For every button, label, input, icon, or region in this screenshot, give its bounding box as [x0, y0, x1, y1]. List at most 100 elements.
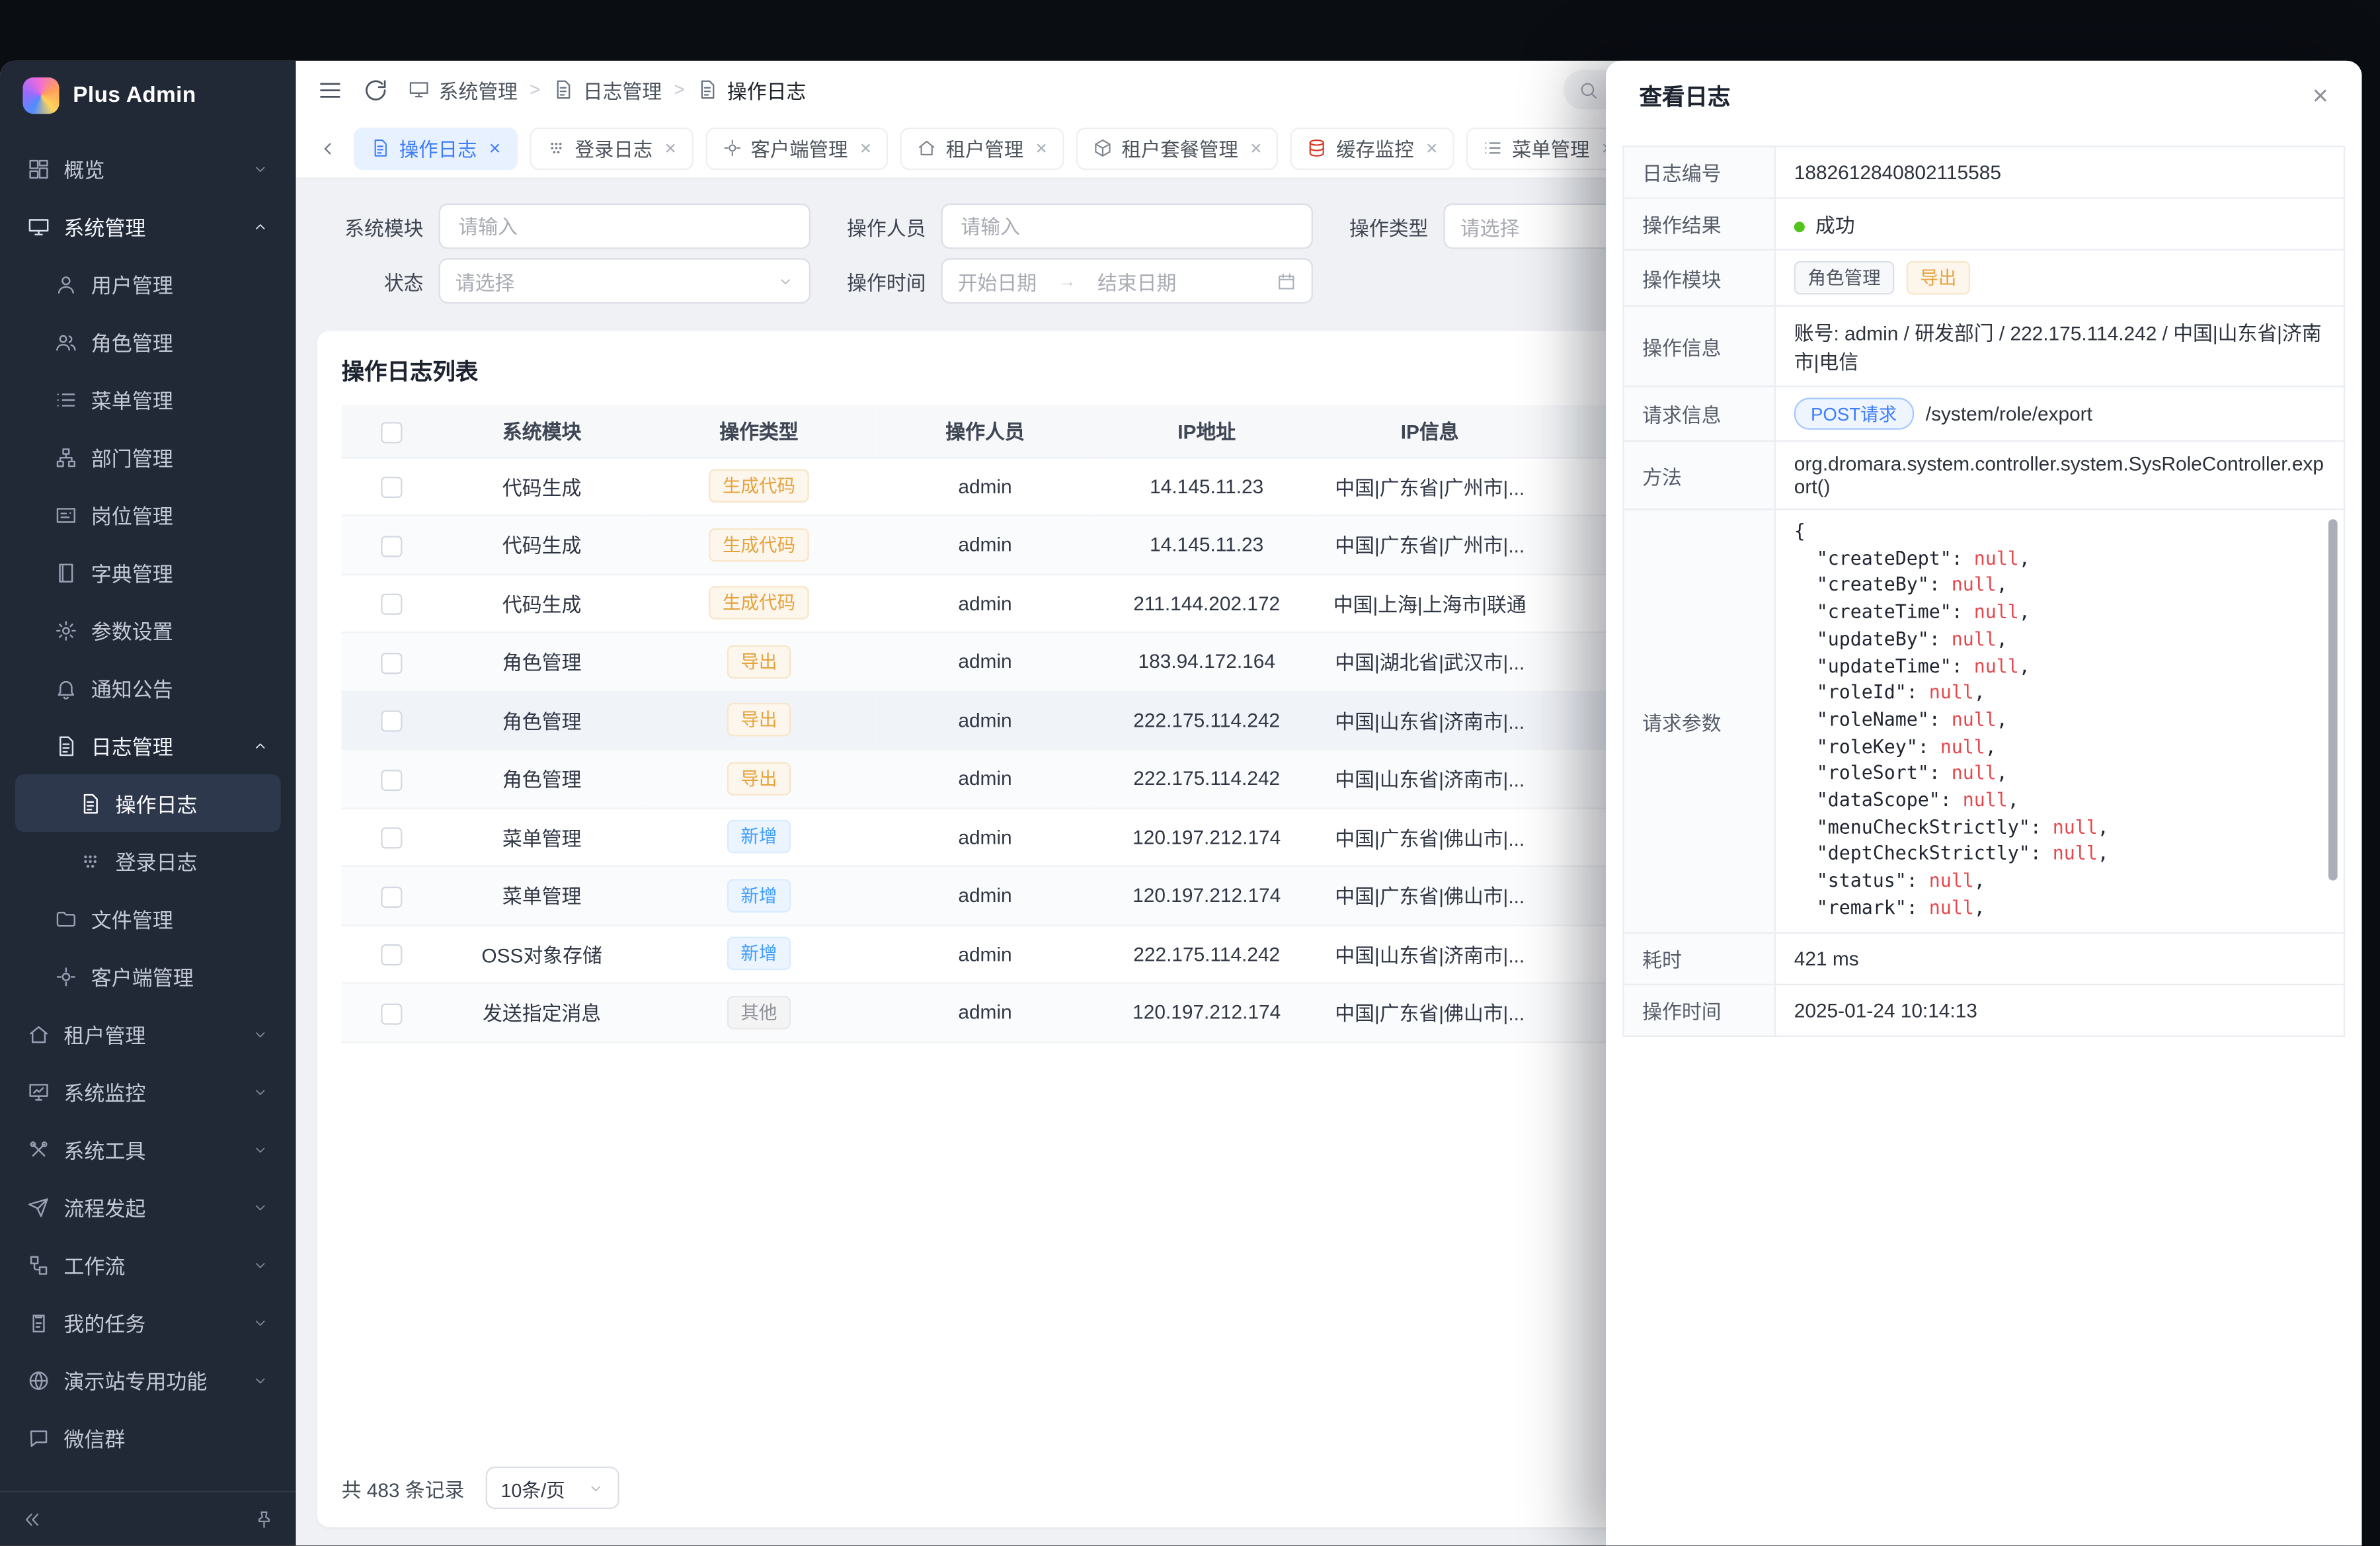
chevron-down-icon — [252, 1141, 268, 1157]
sidebar-item[interactable]: 操作日志 — [15, 774, 281, 832]
sidebar-item[interactable]: 字典管理 — [15, 544, 281, 601]
refresh-icon — [363, 77, 389, 102]
field-value: org.dromara.system.controller.system.Sys… — [1775, 441, 2344, 509]
tab[interactable]: 登录日志× — [530, 127, 693, 169]
tab[interactable]: 租户套餐管理× — [1076, 127, 1279, 169]
filter-select[interactable]: 请选择 — [439, 258, 811, 304]
tab-close-icon[interactable]: × — [1426, 138, 1437, 158]
sidebar-item[interactable]: 系统管理 — [15, 197, 281, 255]
drawer-field-row: 方法org.dromara.system.controller.system.S… — [1623, 441, 2344, 509]
user-icon — [55, 272, 77, 295]
row-checkbox[interactable] — [381, 652, 402, 673]
sidebar-item[interactable]: 我的任务 — [15, 1293, 281, 1351]
sidebar-item[interactable]: 用户管理 — [15, 255, 281, 313]
row-checkbox[interactable] — [381, 535, 402, 556]
row-checkbox[interactable] — [381, 594, 402, 615]
tab-close-icon[interactable]: × — [665, 138, 676, 158]
tab[interactable]: 租户管理× — [900, 127, 1064, 169]
cell-action: 导出 — [642, 691, 876, 749]
cell-module: 代码生成 — [442, 515, 642, 573]
filter-input[interactable] — [439, 204, 811, 249]
cell-operator: admin — [876, 866, 1095, 924]
refresh-button[interactable] — [363, 76, 390, 103]
page-size-select[interactable]: 10条/页 — [486, 1467, 619, 1509]
cell-ip: 183.94.172.164 — [1094, 632, 1319, 690]
sidebar-item[interactable]: 参数设置 — [15, 601, 281, 659]
folder-icon — [55, 907, 77, 930]
field-value: 账号: admin / 研发部门 / 222.175.114.242 / 中国|… — [1775, 306, 2344, 387]
column-header: 系统模块 — [442, 405, 642, 457]
breadcrumb-item[interactable]: 日志管理 — [553, 75, 662, 104]
sidebar-item[interactable]: 概览 — [15, 140, 281, 197]
sidebar-item[interactable]: 菜单管理 — [15, 370, 281, 428]
tab-close-icon[interactable]: × — [489, 138, 500, 158]
list-icon — [1483, 138, 1503, 158]
sidebar-item[interactable]: 流程发起 — [15, 1178, 281, 1236]
row-checkbox[interactable] — [381, 477, 402, 498]
filter-label: 操作类型 — [1343, 212, 1444, 241]
sidebar-item[interactable]: 微信群 — [15, 1409, 281, 1467]
sidebar-item[interactable]: 文件管理 — [15, 889, 281, 947]
select-all-checkbox[interactable] — [381, 421, 402, 442]
row-checkbox[interactable] — [381, 944, 402, 965]
column-header: 操作类型 — [642, 405, 876, 457]
sidebar-item[interactable]: 部门管理 — [15, 428, 281, 485]
sidebar-item[interactable]: 租户管理 — [15, 1005, 281, 1063]
breadcrumb-item[interactable]: 系统管理 — [409, 75, 518, 104]
cell-action: 生成代码 — [642, 457, 876, 515]
collapse-sidebar-icon[interactable] — [21, 1508, 42, 1529]
tab[interactable]: 缓存监控× — [1290, 127, 1454, 169]
box-icon — [1093, 138, 1113, 158]
sidebar-item[interactable]: 系统监控 — [15, 1063, 281, 1120]
tab-label: 操作日志 — [399, 134, 477, 163]
scrollbar-thumb[interactable] — [2328, 519, 2338, 880]
sidebar-footer — [0, 1491, 296, 1546]
filter-daterange[interactable]: 开始日期→结束日期 — [941, 258, 1312, 304]
sidebar-item-label: 微信群 — [63, 1422, 125, 1453]
pin-sidebar-icon[interactable] — [253, 1508, 274, 1529]
chevron-down-icon — [252, 1314, 268, 1330]
filter-input-field[interactable] — [958, 214, 1296, 239]
tab[interactable]: 操作日志 × — [354, 127, 517, 169]
view-log-drawer: 查看日志 × 日志编号1882612840802115585操作结果成功操作模块… — [1606, 61, 2361, 1545]
sidebar-item[interactable]: 通知公告 — [15, 659, 281, 716]
sidebar-item-label: 字典管理 — [91, 557, 173, 588]
tab-close-icon[interactable]: × — [1250, 138, 1261, 158]
filter-input-field[interactable] — [456, 214, 794, 239]
sidebar-item[interactable]: 日志管理 — [15, 717, 281, 774]
action-tag: 新增 — [727, 820, 791, 854]
tab-close-icon[interactable]: × — [1036, 138, 1047, 158]
cell-ip: 120.197.212.174 — [1094, 866, 1319, 924]
breadcrumb-item[interactable]: 操作日志 — [697, 75, 806, 104]
flow-icon — [27, 1253, 50, 1276]
sidebar-item[interactable]: 工作流 — [15, 1236, 281, 1293]
tabs-scroll-left-icon[interactable] — [317, 138, 338, 159]
row-checkbox[interactable] — [381, 769, 402, 790]
tab-close-icon[interactable]: × — [860, 138, 871, 158]
sidebar-item[interactable]: 演示站专用功能 — [15, 1351, 281, 1408]
status-dot — [1794, 222, 1805, 232]
filter-input[interactable] — [941, 204, 1312, 249]
cell-ip: 120.197.212.174 — [1094, 807, 1319, 866]
monitor-icon — [27, 215, 50, 237]
status-text: 成功 — [1815, 214, 1855, 237]
row-checkbox[interactable] — [381, 827, 402, 848]
row-checkbox[interactable] — [381, 1003, 402, 1024]
field-value: 2025-01-24 10:14:13 — [1775, 985, 2344, 1036]
users-icon — [55, 330, 77, 352]
drawer-close-icon[interactable]: × — [2313, 82, 2328, 109]
sidebar-item[interactable]: 岗位管理 — [15, 486, 281, 544]
cell-ip: 222.175.114.242 — [1094, 749, 1319, 807]
breadcrumb-label: 系统管理 — [439, 75, 518, 104]
sidebar-item[interactable]: 角色管理 — [15, 313, 281, 370]
row-checkbox[interactable] — [381, 886, 402, 907]
collapse-menu-button[interactable] — [317, 76, 344, 103]
sidebar-item[interactable]: 客户端管理 — [15, 948, 281, 1005]
tab[interactable]: 客户端管理× — [705, 127, 889, 169]
action-tag: 新增 — [727, 937, 791, 971]
sidebar-item[interactable]: 系统工具 — [15, 1120, 281, 1178]
request-path: /system/role/export — [1926, 402, 2092, 425]
row-checkbox[interactable] — [381, 711, 402, 732]
range-arrow: → — [1043, 270, 1091, 292]
sidebar-item[interactable]: 登录日志 — [15, 832, 281, 889]
